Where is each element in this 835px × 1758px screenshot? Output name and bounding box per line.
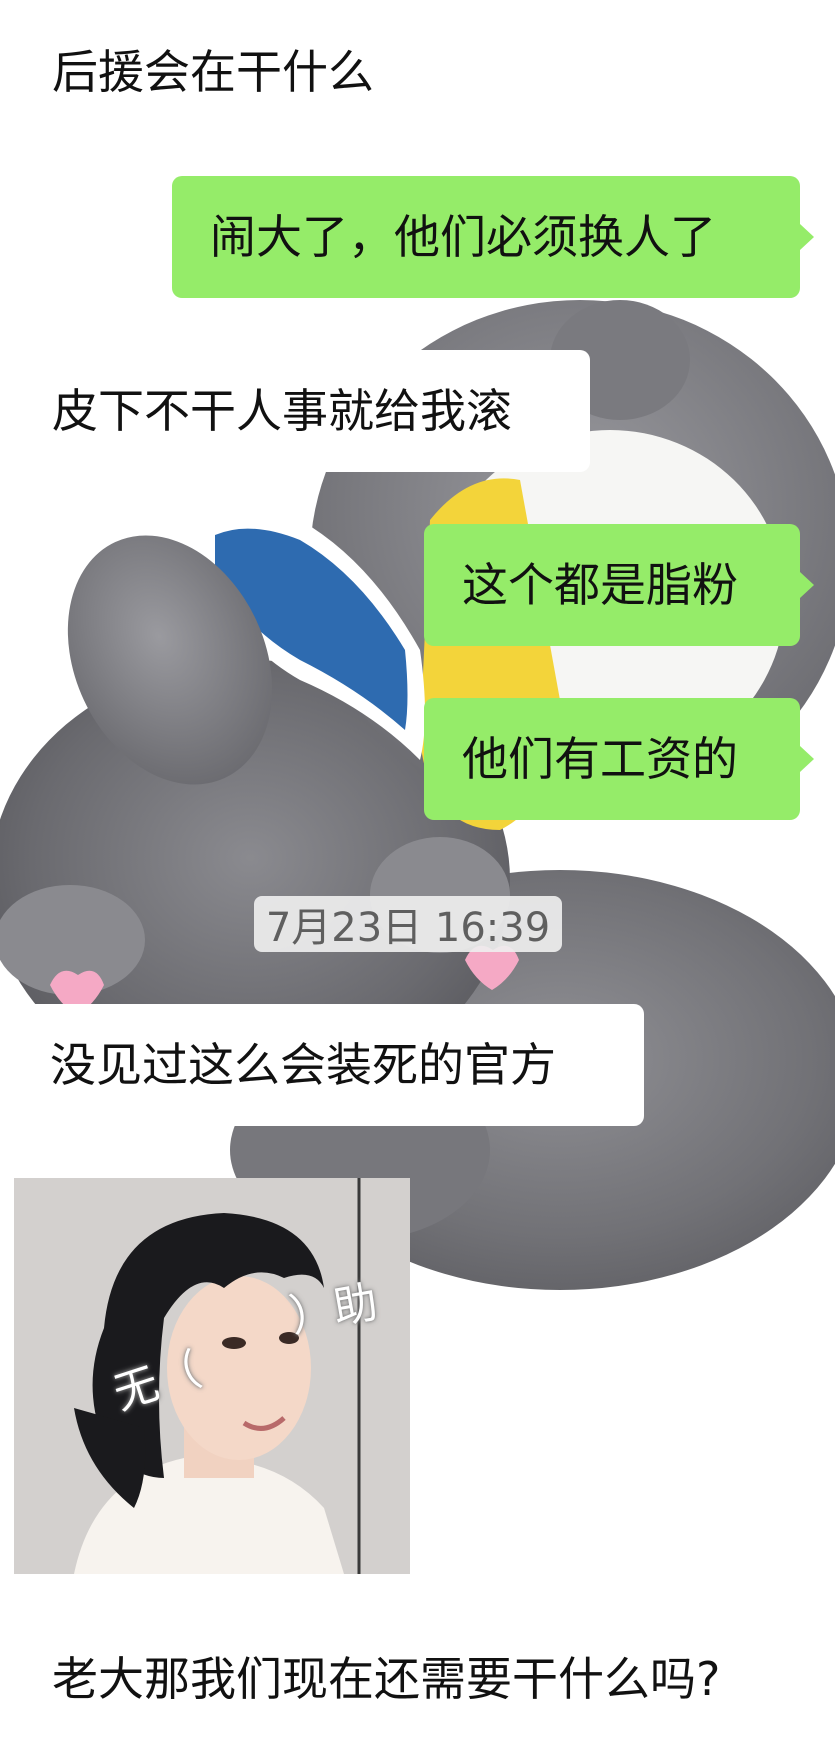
incoming-message[interactable]: 后援会在干什么 [30,22,396,122]
message-text: 闹大了，他们必须换人了 [210,210,716,264]
message-timestamp: 7月23日 16:39 [254,896,562,952]
incoming-message[interactable]: 皮下不干人事就给我滚 [30,350,590,472]
outgoing-message[interactable]: 他们有工资的 [424,698,800,820]
bubble-tail [800,572,814,598]
message-text: 他们有工资的 [462,732,738,786]
incoming-message[interactable]: 老大那我们现在还需要干什么吗? [30,1624,742,1734]
message-text: 没见过这么会装死的官方 [50,1038,556,1092]
message-text: 老大那我们现在还需要干什么吗? [52,1652,721,1706]
timestamp-text: 7月23日 16:39 [265,905,551,951]
outgoing-message[interactable]: 闹大了，他们必须换人了 [172,176,800,298]
message-text: 皮下不干人事就给我滚 [52,384,512,438]
person-illustration [14,1178,410,1574]
bubble-tail [800,746,814,772]
sticker-image[interactable]: 无（ ）助 [14,1178,410,1574]
incoming-message[interactable]: 没见过这么会装死的官方 [14,1004,644,1126]
message-text: 这个都是脂粉 [462,558,738,612]
outgoing-message[interactable]: 这个都是脂粉 [424,524,800,646]
bubble-tail [800,224,814,250]
bubble-tail [0,1052,14,1078]
message-text: 后援会在干什么 [52,45,374,99]
